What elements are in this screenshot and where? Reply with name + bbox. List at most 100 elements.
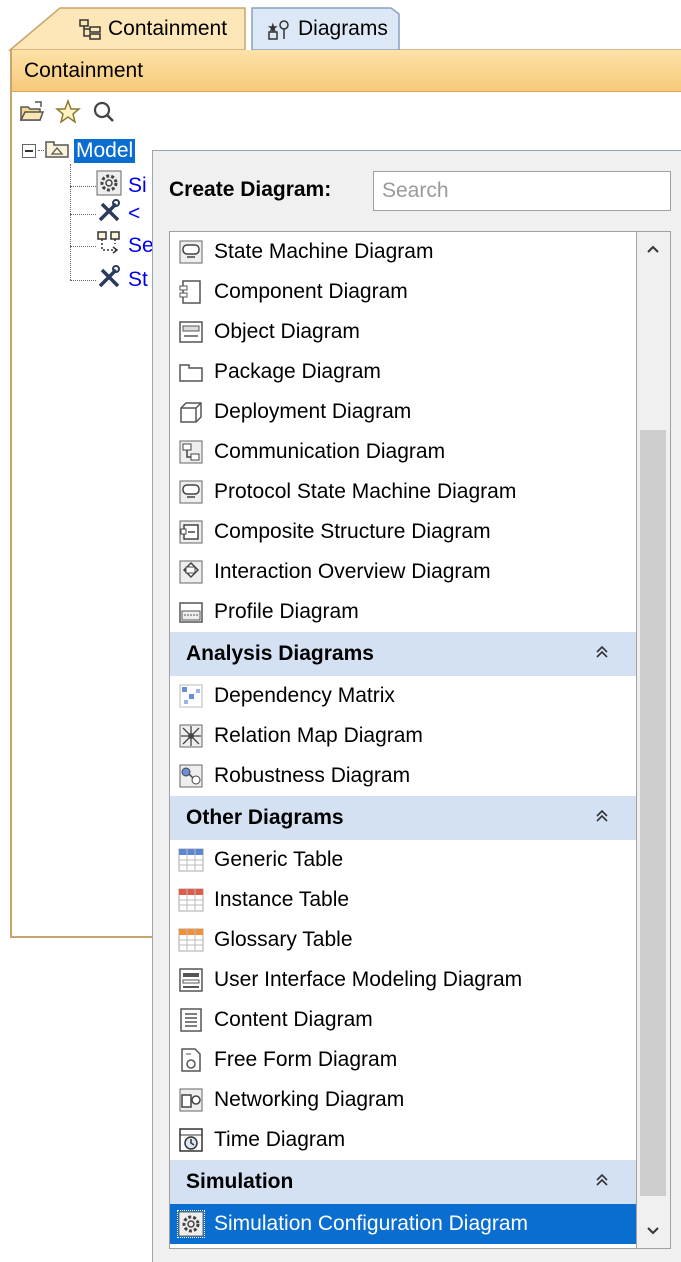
containment-tree: Model Si < Se St (12, 134, 172, 294)
deployment-icon (178, 399, 204, 425)
tab-diagrams-label: Diagrams (298, 17, 388, 40)
diagram-item-label: Protocol State Machine Diagram (214, 480, 517, 503)
panel-toolbar (12, 92, 681, 132)
package-icon (44, 137, 70, 165)
create-diagram-popup: Create Diagram: State Machine Diagram Com… (152, 150, 681, 1262)
diagram-item[interactable]: State Machine Diagram (170, 232, 636, 272)
diagram-item-label: Profile Diagram (214, 600, 359, 623)
tree-item[interactable]: Se (96, 229, 154, 263)
panel-header: Containment (12, 50, 681, 92)
tree-item-label: < (128, 202, 141, 225)
tree-item[interactable]: St (96, 263, 148, 297)
diagram-item[interactable]: Glossary Table (170, 920, 636, 960)
instance-table-icon (178, 887, 204, 913)
tree-item[interactable]: < (96, 197, 140, 231)
diagram-item[interactable]: Instance Table (170, 880, 636, 920)
diagram-item[interactable]: Interaction Overview Diagram (170, 552, 636, 592)
diagram-item[interactable]: Package Diagram (170, 352, 636, 392)
diagram-item[interactable]: Free Form Diagram (170, 1040, 636, 1080)
diagrams-icon: ★ (266, 17, 292, 41)
diagram-item[interactable]: Communication Diagram (170, 432, 636, 472)
diagram-item-label: Object Diagram (214, 320, 360, 343)
diagram-item-label: Dependency Matrix (214, 684, 395, 707)
diagram-item-label: Generic Table (214, 848, 344, 871)
diagram-item[interactable]: Dependency Matrix (170, 676, 636, 716)
diagram-item[interactable]: Networking Diagram (170, 1080, 636, 1120)
collapse-chevron-icon[interactable] (592, 806, 612, 830)
create-diagram-label: Create Diagram: (169, 178, 332, 201)
diagram-item[interactable]: User Interface Modeling Diagram (170, 960, 636, 1000)
search-icon[interactable] (90, 98, 118, 126)
tree-root-row[interactable]: Model (22, 134, 136, 168)
panel-title: Containment (24, 58, 144, 82)
scrollbar[interactable] (637, 231, 671, 1249)
tab-containment[interactable]: Containment (78, 10, 243, 48)
search-input[interactable] (373, 171, 671, 211)
interaction-overview-icon (178, 559, 204, 585)
tree-root-label: Model (74, 139, 136, 163)
robustness-icon (178, 763, 204, 789)
diagram-item-label: Package Diagram (214, 360, 381, 383)
star-icon[interactable] (54, 98, 82, 126)
tree-item-label: St (128, 268, 148, 291)
component-icon (178, 279, 204, 305)
tools-icon (96, 198, 122, 230)
category-header[interactable]: Other Diagrams (170, 796, 636, 840)
diagram-item-label: Simulation Configuration Diagram (214, 1212, 528, 1235)
profile-icon (178, 599, 204, 625)
scrollbar-thumb[interactable] (640, 430, 666, 1196)
diagram-item-label: Content Diagram (214, 1008, 373, 1031)
generic-table-icon (178, 847, 204, 873)
diagram-item[interactable]: Object Diagram (170, 312, 636, 352)
glossary-table-icon (178, 927, 204, 953)
diagram-item[interactable]: Composite Structure Diagram (170, 512, 636, 552)
gear-icon (177, 1210, 205, 1238)
collapse-toggle-icon[interactable] (22, 144, 36, 158)
diagram-item[interactable]: Component Diagram (170, 272, 636, 312)
diagram-item[interactable]: Relation Map Diagram (170, 716, 636, 756)
protocol-state-machine-icon (178, 479, 204, 505)
diagram-item[interactable]: Generic Table (170, 840, 636, 880)
diagram-item[interactable]: Protocol State Machine Diagram (170, 472, 636, 512)
diagram-item-label: Communication Diagram (214, 440, 446, 463)
tab-diagrams[interactable]: ★ Diagrams (266, 10, 396, 48)
tree-item-label: Si (128, 174, 147, 197)
state-machine-icon (178, 239, 204, 265)
category-header-label: Analysis Diagrams (186, 642, 374, 665)
diagram-item-label: Deployment Diagram (214, 400, 412, 423)
diagram-item[interactable]: Content Diagram (170, 1000, 636, 1040)
containment-tree-icon (78, 18, 102, 40)
diagram-item[interactable]: Time Diagram (170, 1120, 636, 1160)
diagram-item[interactable]: Profile Diagram (170, 592, 636, 632)
ui-modeling-icon (178, 967, 204, 993)
diagram-item-label: Free Form Diagram (214, 1048, 398, 1071)
collapse-chevron-icon[interactable] (592, 1170, 612, 1194)
diagram-item[interactable]: Simulation Configuration Diagram (170, 1204, 636, 1244)
category-header-label: Other Diagrams (186, 806, 344, 829)
diagram-item-label: Component Diagram (214, 280, 408, 303)
scroll-down-icon[interactable] (637, 1214, 669, 1248)
structure-icon (96, 230, 122, 262)
diagram-item[interactable]: Robustness Diagram (170, 756, 636, 796)
diagram-item-label: Glossary Table (214, 928, 353, 951)
networking-icon (178, 1087, 204, 1113)
composite-structure-icon (178, 519, 204, 545)
tools-icon (96, 264, 122, 296)
diagram-item-label: State Machine Diagram (214, 240, 434, 263)
diagram-item-label: Networking Diagram (214, 1088, 405, 1111)
relation-map-icon (178, 723, 204, 749)
category-header[interactable]: Simulation (170, 1160, 636, 1204)
content-icon (178, 1007, 204, 1033)
category-header[interactable]: Analysis Diagrams (170, 632, 636, 676)
dependency-matrix-icon (178, 683, 204, 709)
diagram-item[interactable]: Deployment Diagram (170, 392, 636, 432)
communication-icon (178, 439, 204, 465)
open-folder-icon[interactable] (18, 98, 46, 126)
time-icon (178, 1127, 204, 1153)
diagram-item-label: Relation Map Diagram (214, 724, 423, 747)
diagram-list: State Machine Diagram Component Diagram Ob… (169, 231, 637, 1249)
free-form-icon (178, 1047, 204, 1073)
scroll-up-icon[interactable] (637, 232, 669, 266)
collapse-chevron-icon[interactable] (592, 642, 612, 666)
diagram-item-label: User Interface Modeling Diagram (214, 968, 523, 991)
